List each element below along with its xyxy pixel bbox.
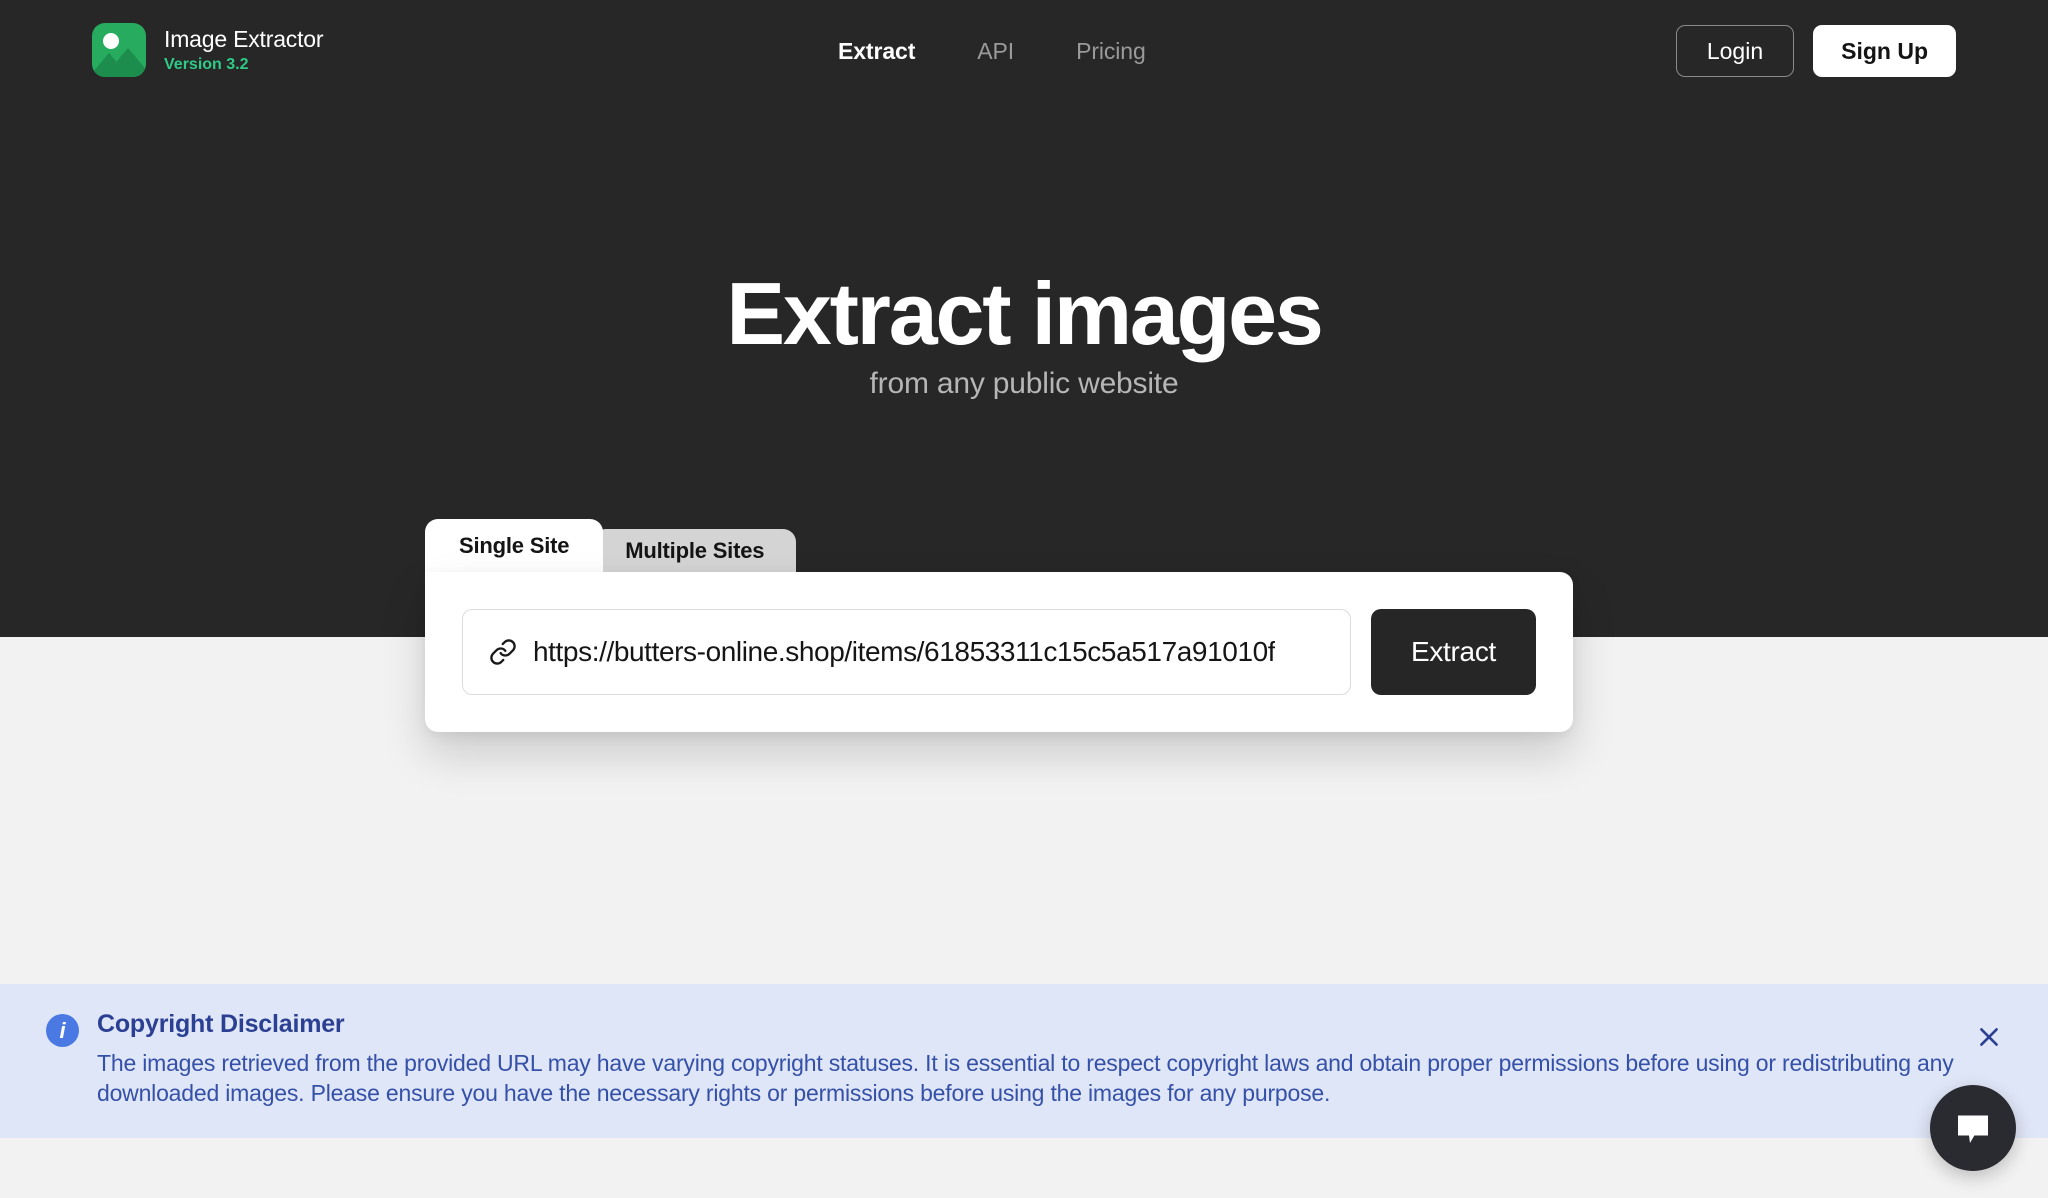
auth-actions: Login Sign Up <box>1675 25 1956 77</box>
nav-link-extract[interactable]: Extract <box>838 38 915 65</box>
banner-text: The images retrieved from the provided U… <box>97 1050 1954 1106</box>
page-subtitle: from any public website <box>869 367 1179 400</box>
info-icon: i <box>46 1014 79 1047</box>
extract-panel: Multiple Sites Single Site https://butte… <box>425 519 1573 732</box>
url-input-value: https://butters-online.shop/items/618533… <box>533 636 1276 667</box>
close-banner-button[interactable] <box>1972 1020 2006 1054</box>
banner-title: Copyright Disclaimer <box>97 1010 345 1038</box>
banner-content: i Copyright Disclaimer The images retrie… <box>46 1010 1988 1108</box>
extract-button[interactable]: Extract <box>1370 609 1536 695</box>
image-mountain-icon <box>92 23 146 77</box>
tab-list: Multiple Sites Single Site <box>425 519 1573 572</box>
url-input[interactable]: https://butters-online.shop/items/618533… <box>462 609 1351 695</box>
close-icon <box>1980 1028 1998 1046</box>
signup-button[interactable]: Sign Up <box>1813 25 1956 77</box>
nav-link-pricing[interactable]: Pricing <box>1076 38 1146 65</box>
link-icon <box>490 639 516 665</box>
extract-card: https://butters-online.shop/items/618533… <box>425 572 1573 732</box>
nav-link-api[interactable]: API <box>977 38 1014 65</box>
page-root: Image Extractor Version 3.2 Extract API … <box>0 0 2048 1198</box>
logo-sun-shape <box>103 33 119 49</box>
tab-single-site[interactable]: Single Site <box>425 519 604 572</box>
banner-body: Copyright Disclaimer The images retrieve… <box>97 1010 1977 1108</box>
login-button[interactable]: Login <box>1675 25 1795 77</box>
brand-logo[interactable]: Image Extractor Version 3.2 <box>92 23 324 77</box>
brand-version: Version 3.2 <box>164 55 249 73</box>
page-title: Extract images <box>726 264 1324 363</box>
chat-widget-button[interactable] <box>1930 1085 2016 1171</box>
navbar: Image Extractor Version 3.2 Extract API … <box>0 0 2048 108</box>
brand-name: Image Extractor <box>164 25 324 52</box>
chat-bubble-icon <box>1958 1115 1988 1143</box>
brand-text: Image Extractor Version 3.2 <box>164 25 324 75</box>
logo-mountain-right-shape <box>102 48 146 77</box>
nav-links: Extract API Pricing <box>838 38 1146 65</box>
tab-multiple-sites[interactable]: Multiple Sites <box>593 529 797 572</box>
copyright-disclaimer-banner: i Copyright Disclaimer The images retrie… <box>0 984 2048 1138</box>
